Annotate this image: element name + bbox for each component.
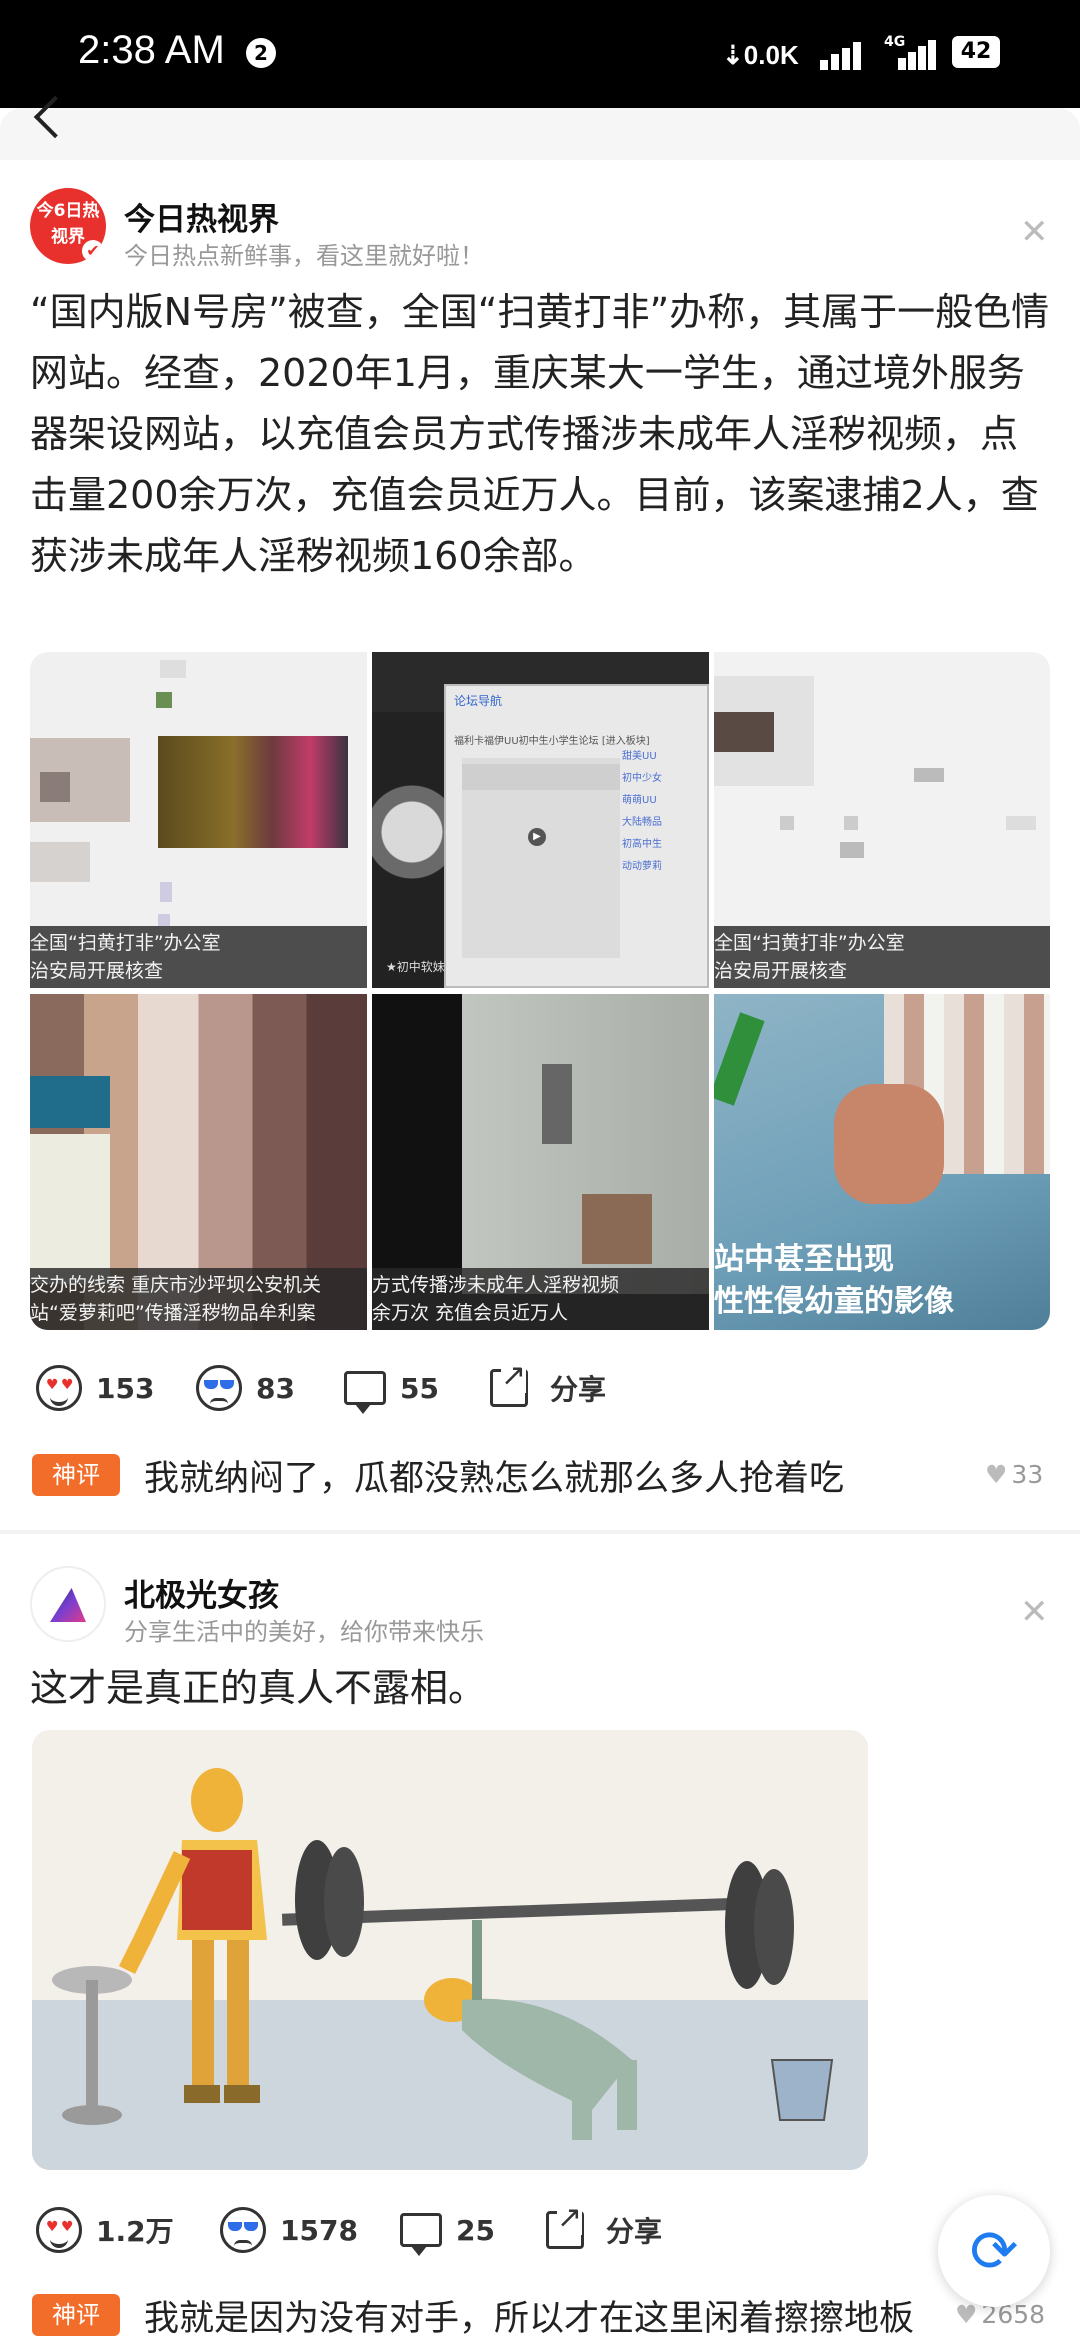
post-image[interactable]: 全国“扫黄打非”办公室 治安局开展核查 [714,652,1050,988]
hot-comment-likes[interactable]: ♥ 33 [985,1460,1043,1489]
notification-count-badge: 2 [246,38,276,68]
menu-item: 萌萌UU [622,795,657,806]
heart-eyes-icon: ♥ ♥ [36,1365,82,1411]
post-body-text[interactable]: “国内版N号房”被查，全国“扫黄打非”办称，其属于一般色情网站。经查，2020年… [30,282,1050,587]
post-image[interactable]: 论坛导航 福利卡福伊UU初中生小学生论坛 [进入板块] ▶ 甜美UU 初中少女 … [372,652,709,988]
comment-button[interactable]: 25 [400,2200,495,2260]
cellular-4g-icon: 4G [884,34,938,70]
avatar[interactable] [30,1566,106,1642]
image-caption: 交办的线索 重庆市沙坪坝公安机关 站“爱萝莉吧”传播淫秽物品牟利案 [30,1268,367,1330]
image-caption: 站中甚至出现 性性侵幼童的影像 [714,1242,954,1319]
image-watermark: ★初中软妹 [386,960,445,974]
comment-count: 55 [400,1371,439,1405]
status-bar: 2:38 AM 2 ⇣0.0K 4G 42 [0,0,1080,108]
heart-icon: ♥ [955,2300,978,2329]
post-image[interactable]: 方式传播涉未成年人淫秽视频 余万次 充值会员近万人 [372,994,709,1330]
author-name[interactable]: 今日热视界 [124,194,279,239]
image-caption: 全国“扫黄打非”办公室 治安局开展核查 [714,926,1050,988]
hot-comment-text: 我就纳闷了，瓜都没熟怎么就那么多人抢着吃 [144,1459,845,1499]
share-label: 分享 [606,2215,663,2248]
heart-icon: ♥ [985,1460,1008,1489]
share-icon [490,1358,528,1407]
menu-item: 甜美UU [622,751,657,762]
share-button[interactable]: 分享 [490,1358,606,1418]
share-button[interactable]: 分享 [546,2200,662,2260]
author-subtitle: 分享生活中的美好，给你带来快乐 [124,1618,484,1646]
hot-comment[interactable]: 神评 我就纳闷了，瓜都没熟怎么就那么多人抢着吃 ♥ 33 [0,1450,1080,1510]
close-icon[interactable]: ✕ [1020,1592,1049,1632]
aurora-logo-icon [50,1588,86,1622]
comment-count: 25 [456,2213,495,2247]
post-action-bar: ♥ ♥ 1.2万 1578 25 分享 [0,2200,1080,2260]
post-image[interactable]: 交办的线索 重庆市沙坪坝公安机关 站“爱萝莉吧”传播淫秽物品牟利案 [30,994,367,1330]
post-image[interactable]: 站中甚至出现 性性侵幼童的影像 [714,994,1050,1330]
share-icon [546,2200,584,2249]
cool-face-icon [196,1365,242,1411]
author-subtitle: 今日热点新鲜事，看这里就好啦！ [124,242,484,270]
network-speed: ⇣0.0K [722,40,799,70]
post-action-bar: ♥ ♥ 153 83 55 分享 [0,1358,1080,1418]
hot-comment-badge: 神评 [32,2294,120,2336]
post-image[interactable] [32,1730,868,2170]
heart-eyes-icon: ♥ ♥ [36,2207,82,2253]
comment-icon [344,1371,386,1414]
hot-comment-badge: 神评 [32,1454,120,1496]
avatar[interactable]: 今6日热视界 ✔ [30,188,106,264]
image-caption: 全国“扫黄打非”办公室 治安局开展核查 [30,926,367,988]
menu-item: 大陆畅品 [622,817,662,828]
hot-comment[interactable]: 神评 我就是因为没有对手，所以才在这里闲着擦擦地板 ♥ 2658 [0,2290,1080,2350]
refresh-icon: ⟳ [969,2217,1019,2285]
close-icon[interactable]: ✕ [1020,212,1049,252]
menu-item: 初高中生 [622,839,662,850]
verified-icon: ✔ [82,240,104,262]
menu-item: 动动萝莉 [622,861,662,872]
author-name[interactable]: 北极光女孩 [124,1570,279,1615]
battery-indicator: 42 [952,36,1000,68]
cartoon-illustration [32,1768,868,2170]
cool-face-icon [220,2207,266,2253]
image-caption: 方式传播涉未成年人淫秽视频 余万次 充值会员近万人 [372,1268,709,1330]
overlay-title: 论坛导航 [454,694,503,708]
comment-button[interactable]: 55 [344,1358,439,1418]
signal-icon [820,40,870,70]
like-button[interactable]: ♥ ♥ 153 [36,1358,154,1418]
menu-item: 初中少女 [622,773,662,784]
top-sheet-header [0,108,1080,160]
dislike-count: 83 [256,1371,295,1405]
like-button[interactable]: ♥ ♥ 1.2万 [36,2200,174,2260]
dislike-count: 1578 [280,2213,358,2247]
post-image[interactable]: 全国“扫黄打非”办公室 治安局开展核查 [30,652,367,988]
dislike-button[interactable]: 83 [196,1358,295,1418]
dislike-button[interactable]: 1578 [220,2200,358,2260]
like-count: 153 [96,1371,155,1405]
post-body-text[interactable]: 这才是真正的真人不露相。 [30,1658,1050,1719]
image-grid: 全国“扫黄打非”办公室 治安局开展核查 论坛导航 福利卡福伊UU初中生小学生论坛… [30,652,1050,1330]
like-count: 1.2万 [96,2215,174,2248]
hot-comment-text: 我就是因为没有对手，所以才在这里闲着擦擦地板 [144,2299,915,2339]
post-divider [0,1530,1080,1534]
status-time: 2:38 AM [78,28,225,72]
share-label: 分享 [550,1373,607,1406]
overlay-subtitle: 福利卡福伊UU初中生小学生论坛 [进入板块] [454,736,650,747]
refresh-button[interactable]: ⟳ [938,2195,1050,2307]
comment-icon [400,2213,442,2256]
